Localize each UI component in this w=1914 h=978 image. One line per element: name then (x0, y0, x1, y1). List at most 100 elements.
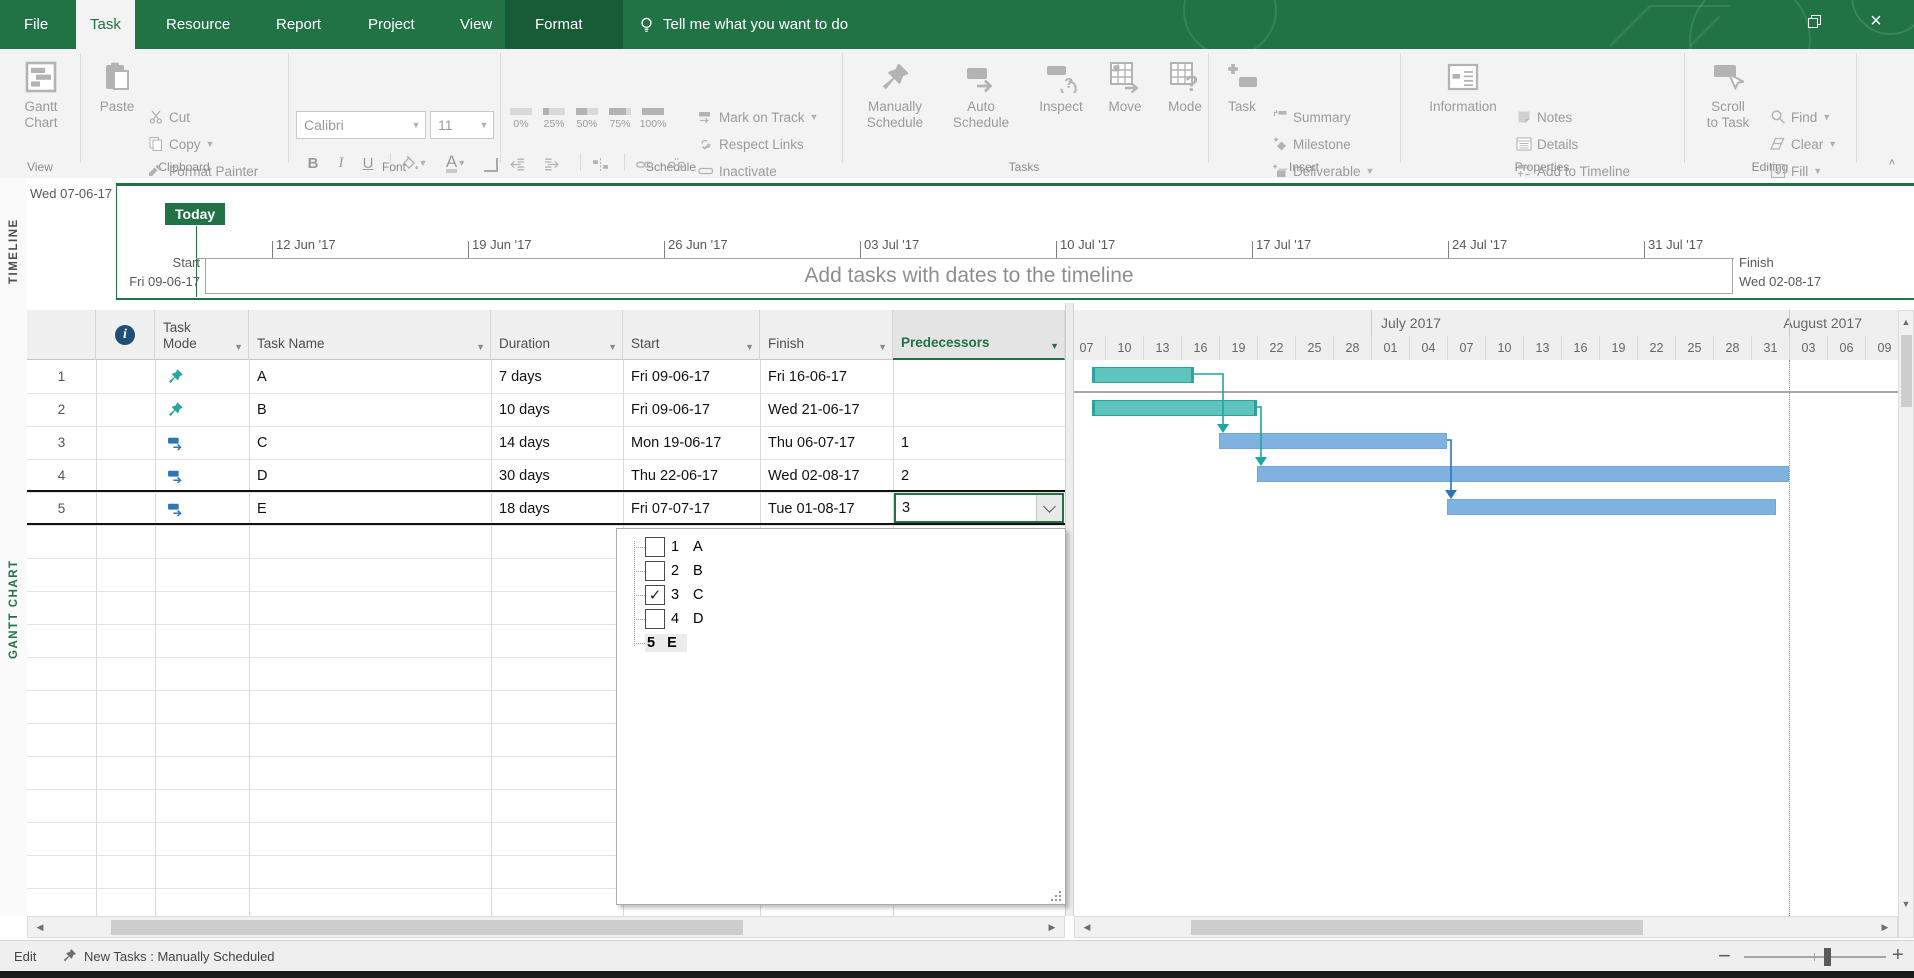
start-cell[interactable]: Fri 09-06-17 (623, 393, 760, 426)
filter-arrow-icon[interactable]: ▼ (878, 342, 887, 352)
cut-button[interactable]: Cut (148, 106, 190, 128)
table-hscroll-thumb[interactable] (111, 920, 743, 935)
column-header-duration[interactable]: Duration▼ (491, 310, 623, 360)
row-number-cell[interactable]: 3 (27, 426, 96, 459)
task-mode-cell[interactable] (155, 393, 249, 426)
filter-arrow-icon[interactable]: ▼ (608, 342, 617, 352)
zoom-slider-thumb[interactable] (1824, 948, 1831, 966)
percent-0-button[interactable]: 0% (506, 105, 536, 143)
font-dialog-launcher[interactable] (484, 158, 498, 172)
zoom-in-button[interactable]: + (1892, 944, 1904, 967)
gantt-bar-task-a[interactable] (1092, 367, 1194, 383)
gantt-bar-task-e[interactable] (1447, 499, 1776, 515)
start-cell[interactable]: Thu 22-06-17 (623, 459, 760, 492)
task-name-cell[interactable]: A (249, 360, 491, 393)
gantt-bar-task-d[interactable] (1257, 466, 1789, 482)
font-family-dropdown-icon[interactable]: ▼ (407, 120, 425, 130)
column-header-mode[interactable]: TaskMode▼ (155, 310, 249, 360)
chart-hscroll-right-icon[interactable]: ▶ (1875, 917, 1895, 937)
column-header-rownum[interactable] (27, 310, 96, 360)
task-name-cell[interactable]: C (249, 426, 491, 459)
vscroll-up-icon[interactable]: ▲ (1899, 313, 1913, 331)
gantt-pane-strip[interactable]: GANTT CHART (0, 303, 27, 916)
column-header-info[interactable]: i (96, 310, 155, 360)
option-checkbox[interactable] (645, 537, 665, 557)
finish-cell[interactable]: Fri 16-06-17 (760, 360, 893, 393)
option-checkbox[interactable]: ✓ (645, 585, 665, 605)
font-size-dropdown-icon[interactable]: ▼ (475, 120, 493, 130)
tab-file[interactable]: File (10, 0, 62, 49)
predecessors-cell[interactable] (893, 360, 1065, 393)
close-window-button[interactable]: × (1852, 0, 1900, 42)
task-name-cell[interactable]: D (249, 459, 491, 492)
predecessors-combo-button[interactable] (1036, 495, 1062, 521)
link-tasks-button[interactable] (636, 153, 653, 175)
find-button[interactable]: Find▼ (1770, 106, 1831, 128)
row-number-cell[interactable]: 2 (27, 393, 96, 426)
inspect-button[interactable]: ?Inspect (1030, 55, 1092, 153)
restore-window-button[interactable] (1790, 0, 1838, 42)
mode-button[interactable]: ?Mode (1156, 55, 1214, 153)
filter-arrow-icon[interactable]: ▼ (234, 342, 243, 352)
predecessor-option-3[interactable]: ✓3C (645, 583, 703, 607)
respect-links-button[interactable]: Respect Links (698, 133, 804, 155)
dropdown-resize-grip[interactable] (1050, 889, 1062, 901)
clear-button[interactable]: Clear▼ (1770, 133, 1837, 155)
table-hscrollbar[interactable]: ◀ ▶ (27, 916, 1065, 938)
vscroll-down-icon[interactable]: ▼ (1899, 895, 1913, 913)
task-mode-cell[interactable] (155, 426, 249, 459)
predecessors-edit-cell[interactable]: 3 (894, 493, 1064, 523)
tab-report[interactable]: Report (262, 0, 335, 49)
percent-100-button[interactable]: 100% (638, 105, 668, 143)
option-checkbox[interactable] (645, 609, 665, 629)
finish-cell[interactable]: Thu 06-07-17 (760, 426, 893, 459)
auto-schedule-button[interactable]: AutoSchedule (941, 55, 1021, 153)
predecessor-option-5[interactable]: 5E (645, 631, 687, 655)
unlink-tasks-button[interactable] (668, 153, 685, 175)
column-header-start[interactable]: Start▼ (623, 310, 760, 360)
font-size-combo[interactable]: 11 ▼ (430, 111, 494, 139)
bold-button[interactable]: B (300, 151, 326, 175)
move-button[interactable]: Move (1096, 55, 1154, 153)
task-mode-cell[interactable] (155, 492, 249, 525)
collapse-ribbon-button[interactable]: ˄ (1884, 157, 1900, 173)
copy-button[interactable]: Copy▼ (148, 133, 214, 155)
predecessor-option-2[interactable]: 2B (645, 559, 703, 583)
timeline-pane-strip[interactable]: TIMELINE (0, 178, 27, 303)
chart-vscrollbar[interactable]: ▲ ▼ (1898, 310, 1914, 938)
chart-hscroll-left-icon[interactable]: ◀ (1077, 917, 1097, 937)
insert-milestone-button[interactable]: Milestone (1272, 133, 1351, 155)
split-task-button[interactable] (592, 153, 609, 175)
gantt-bar-task-b[interactable] (1092, 400, 1257, 416)
task-mode-cell[interactable] (155, 360, 249, 393)
finish-cell[interactable]: Wed 02-08-17 (760, 459, 893, 492)
insert-task-button[interactable]: Task (1214, 55, 1270, 153)
outdent-task-button[interactable] (508, 153, 525, 175)
column-header-name[interactable]: Task Name▼ (249, 310, 491, 360)
gantt-chart-body[interactable] (1074, 360, 1898, 916)
predecessors-cell[interactable] (893, 393, 1065, 426)
table-hscroll-right-icon[interactable]: ▶ (1042, 917, 1062, 937)
zoom-slider-track[interactable] (1744, 956, 1886, 958)
percent-75-button[interactable]: 75% (605, 105, 635, 143)
filter-arrow-icon[interactable]: ▼ (745, 342, 754, 352)
finish-cell[interactable]: Tue 01-08-17 (760, 492, 893, 525)
vscroll-thumb[interactable] (1901, 335, 1912, 407)
notes-button[interactable]: Notes (1516, 106, 1572, 128)
duration-cell[interactable]: 30 days (491, 459, 623, 492)
insert-summary-button[interactable]: Summary (1272, 106, 1351, 128)
row-number-cell[interactable]: 1 (27, 360, 96, 393)
task-name-cell[interactable]: B (249, 393, 491, 426)
predecessor-option-4[interactable]: 4D (645, 607, 703, 631)
duration-cell[interactable]: 18 days (491, 492, 623, 525)
percent-50-button[interactable]: 50% (572, 105, 602, 143)
filter-arrow-icon[interactable]: ▼ (1050, 341, 1059, 351)
option-checkbox[interactable] (645, 561, 665, 581)
gantt-bar-task-c[interactable] (1219, 433, 1447, 449)
duration-cell[interactable]: 10 days (491, 393, 623, 426)
row-number-cell[interactable]: 5 (27, 492, 96, 525)
column-header-finish[interactable]: Finish▼ (760, 310, 893, 360)
pane-splitter[interactable] (1065, 303, 1074, 916)
start-cell[interactable]: Fri 07-07-17 (623, 492, 760, 525)
indent-task-button[interactable] (544, 153, 561, 175)
